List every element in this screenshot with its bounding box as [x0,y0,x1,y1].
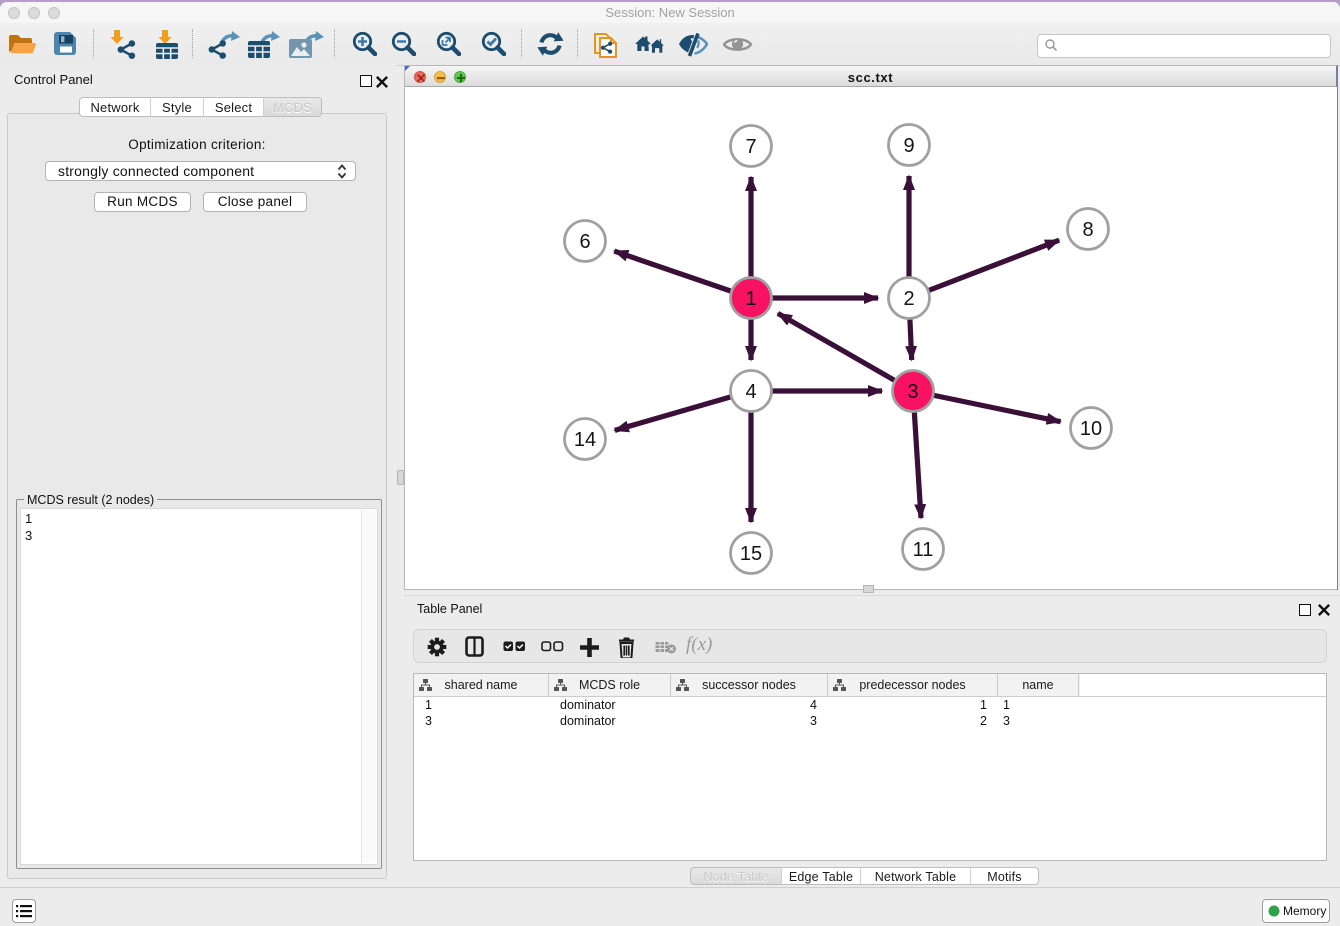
svg-text:7: 7 [745,136,756,158]
svg-text:11: 11 [913,539,934,561]
svg-text:15: 15 [740,543,762,565]
svg-text:4: 4 [745,381,756,403]
svg-text:14: 14 [574,429,596,451]
svg-text:3: 3 [907,381,918,403]
svg-text:2: 2 [903,288,914,310]
svg-text:1: 1 [745,288,756,310]
svg-text:10: 10 [1080,418,1102,440]
svg-text:8: 8 [1082,219,1093,241]
svg-text:6: 6 [579,231,590,253]
svg-text:9: 9 [903,135,914,157]
